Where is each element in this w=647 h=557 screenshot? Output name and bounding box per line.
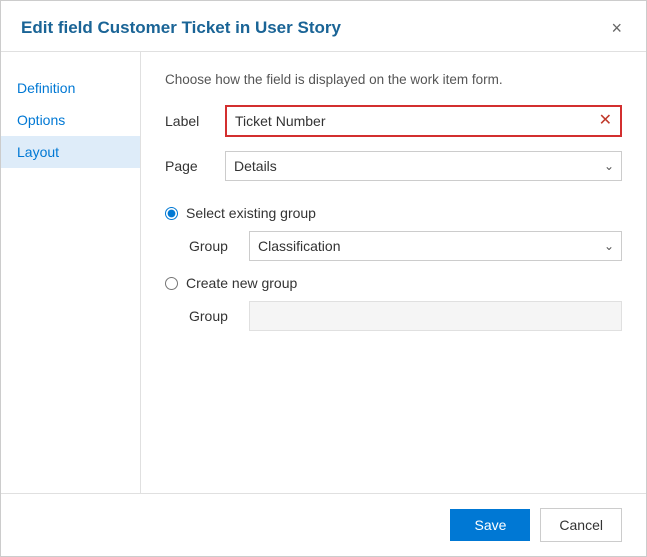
new-group-input-row: Group <box>189 301 622 331</box>
main-content: Choose how the field is displayed on the… <box>141 52 646 493</box>
existing-group-label[interactable]: Select existing group <box>186 205 316 221</box>
radio-section: Select existing group Group Classificati… <box>165 205 622 345</box>
sidebar-item-layout[interactable]: Layout <box>1 136 140 168</box>
label-clear-button[interactable]: ✕ <box>591 113 620 129</box>
new-group-radio[interactable] <box>165 277 178 290</box>
new-group-field-label: Group <box>189 308 249 324</box>
new-group-radio-row: Create new group <box>165 275 622 291</box>
label-row: Label ✕ <box>165 105 622 137</box>
existing-group-radio[interactable] <box>165 207 178 220</box>
new-group-input <box>249 301 622 331</box>
dialog-footer: Save Cancel <box>1 493 646 556</box>
label-input[interactable] <box>227 107 591 135</box>
content-description: Choose how the field is displayed on the… <box>165 72 622 87</box>
sidebar-item-definition[interactable]: Definition <box>1 72 140 104</box>
page-row: Page Details ⌄ <box>165 151 622 181</box>
close-button[interactable]: × <box>607 17 626 39</box>
page-select[interactable]: Details <box>225 151 622 181</box>
label-field-label: Label <box>165 113 225 129</box>
dialog-title: Edit field Customer Ticket in User Story <box>21 18 341 38</box>
group-field-label: Group <box>189 238 249 254</box>
existing-group-radio-row: Select existing group <box>165 205 622 221</box>
page-select-wrapper: Details ⌄ <box>225 151 622 181</box>
group-select-wrapper: Classification ⌄ <box>249 231 622 261</box>
dialog-header: Edit field Customer Ticket in User Story… <box>1 1 646 52</box>
sidebar: Definition Options Layout <box>1 52 141 493</box>
group-row: Group Classification ⌄ <box>189 231 622 261</box>
group-select[interactable]: Classification <box>249 231 622 261</box>
label-input-wrapper: ✕ <box>225 105 622 137</box>
new-group-label[interactable]: Create new group <box>186 275 297 291</box>
sidebar-item-options[interactable]: Options <box>1 104 140 136</box>
save-button[interactable]: Save <box>450 509 530 541</box>
cancel-button[interactable]: Cancel <box>540 508 622 542</box>
edit-field-dialog: Edit field Customer Ticket in User Story… <box>0 0 647 557</box>
dialog-body: Definition Options Layout Choose how the… <box>1 52 646 493</box>
page-label: Page <box>165 158 225 174</box>
